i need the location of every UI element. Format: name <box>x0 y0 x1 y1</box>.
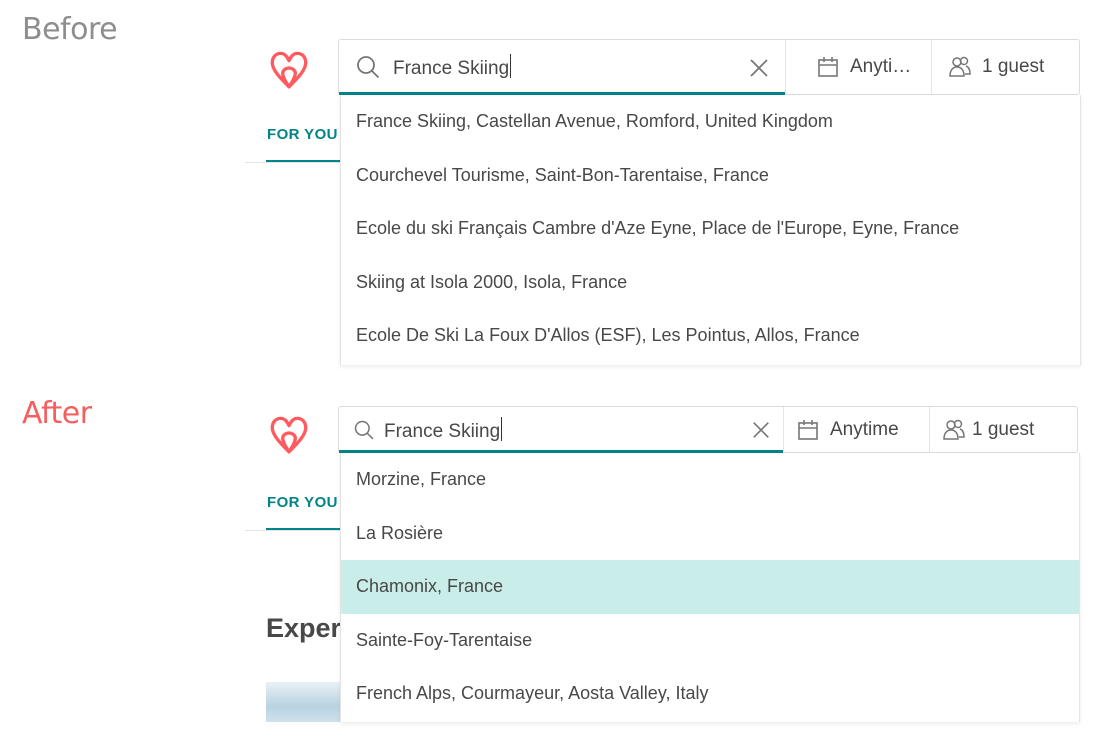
dates-button[interactable]: Anytime <box>784 407 930 452</box>
dates-label: Anyti… <box>850 56 912 77</box>
suggestion-item[interactable]: French Alps, Courmayeur, Aosta Valley, I… <box>341 667 1079 721</box>
close-icon[interactable] <box>748 57 770 79</box>
suggestion-item[interactable]: Ecole du ski Français Cambre d'Aze Eyne,… <box>341 202 1080 256</box>
suggestion-item[interactable]: Morzine, France <box>341 453 1079 507</box>
experience-image[interactable] <box>266 682 340 722</box>
section-title: Exper <box>266 613 342 643</box>
search-bar: France Skiing Anyti… 1 guest <box>338 39 1080 95</box>
guests-button[interactable]: 1 guest <box>930 407 1077 452</box>
tab-for-you[interactable]: FOR YOU <box>267 494 338 511</box>
tab-for-you[interactable]: FOR YOU <box>267 126 338 143</box>
suggestion-item-highlighted[interactable]: Chamonix, France <box>341 560 1079 614</box>
dates-button[interactable]: Anyti… <box>786 40 932 94</box>
suggestion-item[interactable]: Skiing at Isola 2000, Isola, France <box>341 256 1080 310</box>
suggestions-dropdown: France Skiing, Castellan Avenue, Romford… <box>340 95 1081 365</box>
airbnb-logo-icon[interactable] <box>268 410 310 456</box>
search-input[interactable]: France Skiing <box>393 58 509 79</box>
close-icon[interactable] <box>751 420 771 440</box>
text-caret <box>510 54 512 78</box>
location-search-field[interactable]: France Skiing <box>339 40 786 95</box>
calendar-icon <box>798 419 818 440</box>
tab-divider <box>245 530 340 531</box>
location-search-field[interactable]: France Skiing <box>339 407 784 453</box>
guests-icon <box>949 56 971 77</box>
search-bar: France Skiing Anytime 1 guest <box>338 406 1078 453</box>
dates-label: Anytime <box>830 418 899 440</box>
before-panel: FOR YOU France Skiing Anyti… 1 guest Fra… <box>0 0 1118 365</box>
suggestion-item[interactable]: France Skiing, Castellan Avenue, Romford… <box>341 95 1080 149</box>
suggestions-dropdown: Morzine, France La Rosière Chamonix, Fra… <box>340 453 1080 722</box>
guests-label: 1 guest <box>982 56 1045 77</box>
search-icon <box>354 420 374 439</box>
guests-label: 1 guest <box>972 418 1035 440</box>
suggestion-item[interactable]: Ecole De Ski La Foux D'Allos (ESF), Les … <box>341 309 1080 363</box>
search-input[interactable]: France Skiing <box>384 421 500 442</box>
suggestion-item[interactable]: Courchevel Tourisme, Saint-Bon-Tarentais… <box>341 149 1080 203</box>
search-icon <box>357 56 379 78</box>
tab-divider <box>245 162 340 163</box>
calendar-icon <box>818 57 838 77</box>
guests-icon <box>943 419 965 440</box>
suggestion-item[interactable]: La Rosière <box>341 507 1079 561</box>
guests-button[interactable]: 1 guest <box>932 40 1079 94</box>
suggestion-item[interactable]: Sainte-Foy-Tarentaise <box>341 614 1079 668</box>
airbnb-logo-icon[interactable] <box>268 45 310 91</box>
text-caret <box>501 416 503 441</box>
